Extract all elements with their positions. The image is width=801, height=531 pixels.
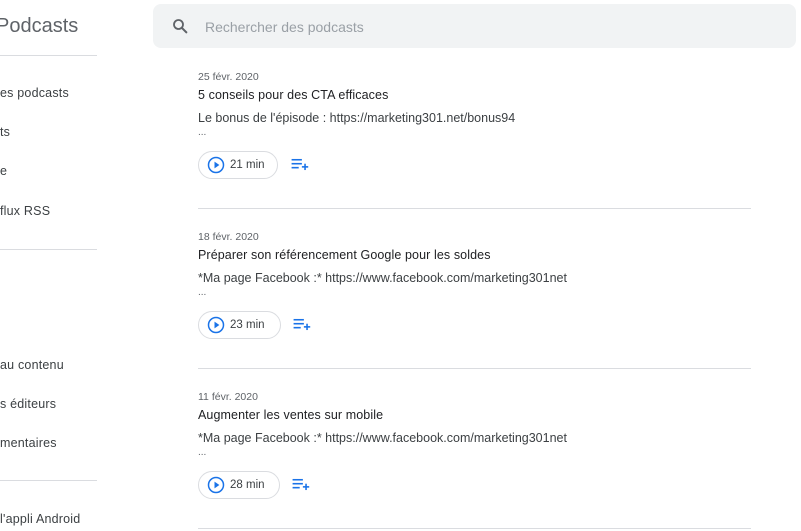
sidebar-item-content[interactable]: au contenu: [0, 358, 64, 372]
play-button[interactable]: 23 min: [198, 311, 281, 339]
episode-duration: 21 min: [230, 159, 265, 171]
sidebar-item-comments[interactable]: mentaires: [0, 436, 57, 450]
sidebar-item-2[interactable]: ts: [0, 125, 10, 139]
search-input[interactable]: [203, 4, 767, 50]
episode-title[interactable]: Préparer son référencement Google pour l…: [198, 248, 491, 262]
sidebar-divider: [0, 480, 97, 481]
sidebar-item-android-app[interactable]: l'appli Android: [0, 512, 80, 526]
episode-title[interactable]: Augmenter les ventes sur mobile: [198, 408, 383, 422]
episode-duration: 28 min: [230, 479, 265, 491]
add-to-queue-icon[interactable]: [291, 475, 310, 494]
episode-ellipsis: ...: [198, 447, 207, 458]
add-to-queue-icon[interactable]: [290, 155, 309, 174]
app-title[interactable]: Podcasts: [0, 15, 78, 38]
episode-duration: 23 min: [230, 319, 265, 331]
play-circle-icon: [207, 316, 225, 334]
play-button[interactable]: 28 min: [198, 471, 280, 499]
episode-description: *Ma page Facebook :* https://www.faceboo…: [198, 431, 567, 445]
sidebar-item-rss[interactable]: flux RSS: [0, 204, 50, 218]
episode-ellipsis: ...: [198, 287, 207, 298]
episode-divider: [198, 528, 751, 529]
episode-divider: [198, 208, 751, 209]
sidebar-divider: [0, 249, 97, 250]
search-bar[interactable]: [153, 4, 796, 50]
episode-description: *Ma page Facebook :* https://www.faceboo…: [198, 271, 567, 285]
sidebar-divider: [0, 55, 97, 56]
play-button[interactable]: 21 min: [198, 151, 278, 179]
play-circle-icon: [207, 156, 225, 174]
add-to-queue-icon[interactable]: [292, 315, 311, 334]
episode-divider: [198, 368, 751, 369]
episode-date: 18 févr. 2020: [198, 231, 259, 243]
search-icon[interactable]: [171, 17, 189, 35]
episode-date: 25 févr. 2020: [198, 71, 259, 83]
sidebar-item-my-podcasts[interactable]: es podcasts: [0, 86, 69, 100]
sidebar-item-3[interactable]: e: [0, 164, 7, 178]
play-circle-icon: [207, 476, 225, 494]
sidebar: Podcasts es podcasts ts e flux RSS au co…: [0, 0, 97, 531]
episode-ellipsis: ...: [198, 127, 207, 138]
episode-date: 11 févr. 2020: [198, 391, 258, 403]
episode-description: Le bonus de l'épisode : https://marketin…: [198, 111, 516, 125]
sidebar-item-publishers[interactable]: s éditeurs: [0, 397, 56, 411]
episode-title[interactable]: 5 conseils pour des CTA efficaces: [198, 88, 388, 102]
